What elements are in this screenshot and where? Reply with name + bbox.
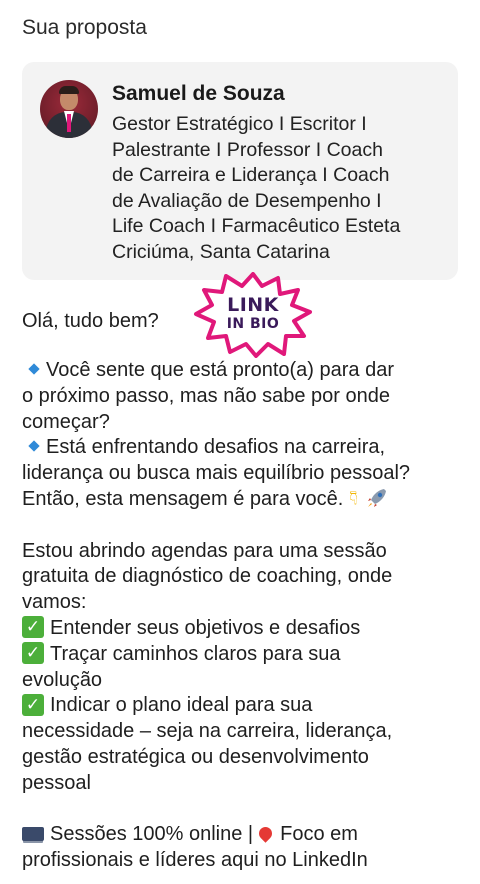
message-text: Você sente que está pronto(a) para dar	[46, 359, 395, 381]
message-text: Foco em	[280, 823, 358, 846]
profile-headline: Gestor Estratégico I Escritor I Palestra…	[112, 112, 452, 265]
sticker-line-1: LINK	[227, 294, 279, 316]
sticker-line-2: IN BIO	[226, 316, 280, 332]
message-text: pessoal	[22, 771, 91, 794]
message-text: profissionais e líderes aqui no LinkedIn	[22, 849, 368, 872]
blue-diamond-icon	[28, 363, 40, 375]
pointing-down-icon: 👇︎	[349, 487, 358, 510]
greeting-text: Olá, tudo bem?	[22, 310, 159, 332]
laptop-icon	[22, 827, 44, 842]
rocket-icon	[367, 488, 386, 507]
message-text: Estou abrindo agendas para uma sessão	[22, 539, 387, 562]
avatar[interactable]	[40, 80, 98, 138]
profile-card[interactable]: Samuel de Souza Gestor Estratégico I Esc…	[22, 62, 458, 280]
section-title: Sua proposta	[22, 16, 147, 39]
headline-line: Gestor Estratégico I Escritor I	[112, 113, 367, 135]
profile-name[interactable]: Samuel de Souza	[112, 82, 285, 106]
message-text: Entender seus objetivos e desafios	[50, 616, 361, 639]
message-text: vamos:	[22, 591, 87, 614]
proposal-message: Você sente que está pronto(a) para dar o…	[22, 358, 462, 874]
message-text: Traçar caminhos claros para sua	[50, 642, 341, 665]
headline-line: de Carreira e Liderança I Coach	[112, 164, 390, 186]
pin-icon	[256, 823, 275, 843]
headline-line: de Avaliação de Desempenho I	[112, 189, 382, 212]
profile-location: Criciúma, Santa Catarina	[112, 240, 330, 263]
message-text: liderança ou busca mais equilíbrio pesso…	[22, 462, 411, 485]
headline-line: Palestrante I Professor I Coach	[112, 138, 383, 161]
message-text: necessidade – seja na carreira, lideranç…	[22, 720, 393, 743]
headline-line: Life Coach I Farmacêutico Esteta	[112, 215, 401, 237]
message-text: Sessões 100% online |	[50, 823, 254, 846]
message-text: gestão estratégica ou desenvolvimento	[22, 745, 369, 768]
message-text: Então, esta mensagem é para você.	[22, 487, 344, 510]
message-text: evolução	[22, 668, 103, 691]
check-mark-icon: ✓	[22, 641, 44, 664]
message-text: Está enfrentando desafios na carreira,	[46, 436, 386, 459]
message-text: Indicar o plano ideal para sua	[50, 694, 313, 717]
blue-diamond-icon	[28, 440, 40, 452]
message-text: o próximo passo, mas não sabe por onde	[22, 384, 390, 407]
check-mark-icon: ✓	[22, 616, 44, 639]
message-text: gratuita de diagnóstico de coaching, ond…	[22, 565, 393, 588]
check-mark-icon: ✓	[22, 693, 44, 716]
link-in-bio-sticker: LINK IN BIO	[192, 272, 314, 358]
message-text: começar?	[22, 410, 110, 433]
